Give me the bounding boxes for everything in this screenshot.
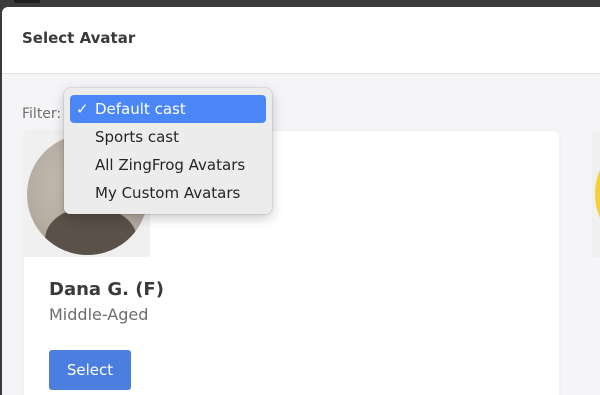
filter-option-all-zingfrog-avatars[interactable]: All ZingFrog Avatars (70, 151, 266, 179)
filter-option-label: My Custom Avatars (95, 184, 241, 202)
filter-option-my-custom-avatars[interactable]: My Custom Avatars (70, 179, 266, 207)
avatar-name: Dana G. (F) (49, 279, 164, 300)
modal-header: Select Avatar (2, 7, 600, 74)
filter-option-label: Default cast (95, 100, 186, 118)
filter-label: Filter: (22, 106, 62, 122)
avatar-age-group: Middle-Aged (49, 305, 149, 324)
filter-option-default-cast[interactable]: ✓ Default cast (70, 95, 266, 123)
next-avatar-card[interactable] (592, 131, 600, 257)
modal-title: Select Avatar (22, 29, 136, 47)
avatar-person-body (45, 208, 137, 255)
select-avatar-button[interactable]: Select (49, 350, 131, 390)
filter-option-label: All ZingFrog Avatars (95, 156, 246, 174)
filter-dropdown-menu[interactable]: ✓ Default cast Sports cast All ZingFrog … (64, 88, 272, 214)
filter-option-sports-cast[interactable]: Sports cast (70, 123, 266, 151)
next-avatar-image (595, 151, 600, 237)
filter-option-label: Sports cast (95, 128, 179, 146)
checkmark-icon: ✓ (76, 100, 89, 118)
top-strip-mark (14, 0, 40, 3)
